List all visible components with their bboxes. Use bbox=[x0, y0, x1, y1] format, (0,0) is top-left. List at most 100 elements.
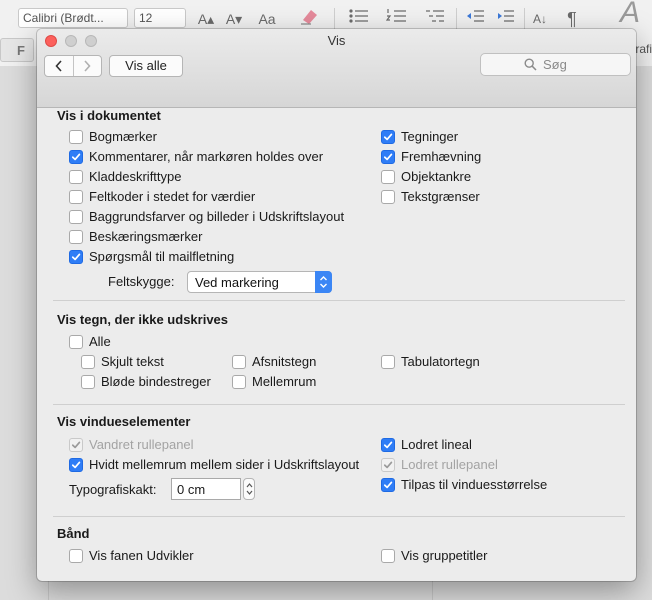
section-title-ribbon: Bånd bbox=[57, 526, 90, 541]
forward-button[interactable] bbox=[72, 56, 102, 76]
option-label: Afsnitstegn bbox=[252, 354, 317, 369]
show-all-button[interactable]: Vis alle bbox=[109, 55, 183, 77]
option-text-boundaries[interactable]: Tekstgrænser bbox=[381, 189, 480, 204]
window-titlebar: Vis Vis alle Søg bbox=[37, 29, 636, 108]
option-label: Skjult tekst bbox=[101, 354, 164, 369]
field-shading-popup[interactable]: Ved markering bbox=[187, 271, 332, 293]
decrease-indent-icon[interactable] bbox=[462, 8, 488, 30]
checkbox[interactable] bbox=[69, 334, 83, 349]
checkbox bbox=[381, 457, 395, 472]
option-vertical-ruler[interactable]: Lodret lineal bbox=[381, 437, 472, 452]
multilevel-list-icon[interactable] bbox=[420, 8, 450, 30]
option-label: Lodret lineal bbox=[401, 437, 472, 452]
styles-icon[interactable]: A bbox=[610, 0, 650, 28]
ribbon-separator bbox=[334, 8, 335, 30]
option-label: Baggrundsfarver og billeder i Udskriftsl… bbox=[89, 209, 345, 224]
option-show-developer-tab[interactable]: Vis fanen Udvikler bbox=[69, 548, 194, 563]
pilcrow-icon[interactable]: ¶ bbox=[560, 8, 584, 30]
checkbox[interactable] bbox=[381, 548, 395, 563]
checkbox[interactable] bbox=[69, 209, 83, 224]
option-label: Hvidt mellemrum mellem sider i Udskrifts… bbox=[89, 457, 360, 472]
style-area-input[interactable]: 0 cm bbox=[171, 478, 241, 500]
checkbox[interactable] bbox=[69, 229, 83, 244]
font-size-box[interactable]: 12 bbox=[134, 8, 186, 28]
option-show-group-titles[interactable]: Vis gruppetitler bbox=[381, 548, 487, 563]
checkbox[interactable] bbox=[381, 149, 395, 164]
checkbox[interactable] bbox=[69, 129, 83, 144]
checkbox[interactable] bbox=[381, 129, 395, 144]
section-title-window-elements: Vis vindueselementer bbox=[57, 414, 191, 429]
option-crop-marks[interactable]: Beskæringsmærker bbox=[69, 229, 202, 244]
option-label: Tilpas til vinduesstørrelse bbox=[401, 477, 548, 492]
search-placeholder: Søg bbox=[543, 57, 567, 72]
search-field[interactable]: Søg bbox=[480, 53, 631, 76]
checkbox[interactable] bbox=[232, 374, 246, 389]
option-label: Fremhævning bbox=[401, 149, 482, 164]
option-paragraph-marks[interactable]: Afsnitstegn bbox=[232, 354, 316, 369]
option-highlight[interactable]: Fremhævning bbox=[381, 149, 481, 164]
stepper-arrows-icon bbox=[246, 483, 252, 495]
checkbox[interactable] bbox=[381, 437, 395, 452]
checkbox[interactable] bbox=[81, 354, 95, 369]
option-spaces[interactable]: Mellemrum bbox=[232, 374, 316, 389]
option-field-codes[interactable]: Feltkoder i stedet for værdier bbox=[69, 189, 255, 204]
checkbox[interactable] bbox=[381, 189, 395, 204]
numbering-icon[interactable] bbox=[382, 8, 412, 30]
increase-indent-icon[interactable] bbox=[492, 8, 518, 30]
option-label: Kommentarer, når markøren holdes over bbox=[89, 149, 324, 164]
option-white-space-between-pages[interactable]: Hvidt mellemrum mellem sider i Udskrifts… bbox=[69, 457, 359, 472]
option-bookmarks[interactable]: Bogmærker bbox=[69, 129, 157, 144]
format-painter-label: F bbox=[17, 43, 25, 58]
option-label: Bløde bindestreger bbox=[101, 374, 211, 389]
option-label: Spørgsmål til mailfletning bbox=[89, 249, 235, 264]
option-object-anchors[interactable]: Objektankre bbox=[381, 169, 471, 184]
checkbox[interactable] bbox=[81, 374, 95, 389]
format-painter-button[interactable]: F bbox=[0, 38, 34, 62]
option-vertical-scrollbar: Lodret rullepanel bbox=[381, 457, 498, 472]
option-drawings[interactable]: Tegninger bbox=[381, 129, 458, 144]
shrink-font-icon[interactable]: A▾ bbox=[222, 8, 246, 30]
option-mail-merge-questions[interactable]: Spørgsmål til mailfletning bbox=[69, 249, 234, 264]
option-label: Vis gruppetitler bbox=[401, 548, 488, 563]
style-area-stepper[interactable] bbox=[243, 478, 255, 500]
checkbox[interactable] bbox=[69, 548, 83, 563]
sort-icon[interactable]: A↓ bbox=[528, 8, 552, 30]
option-optional-hyphens[interactable]: Bløde bindestreger bbox=[81, 374, 211, 389]
checkbox[interactable] bbox=[69, 249, 83, 264]
change-case-icon[interactable]: Aa bbox=[254, 8, 280, 30]
navigation-segment bbox=[44, 55, 102, 77]
checkbox[interactable] bbox=[69, 169, 83, 184]
section-title-document: Vis i dokumentet bbox=[57, 108, 161, 123]
option-label: Tekstgrænser bbox=[401, 189, 480, 204]
section-title-nonprinting: Vis tegn, der ikke udskrives bbox=[57, 312, 229, 327]
option-comments-hover[interactable]: Kommentarer, når markøren holdes over bbox=[69, 149, 323, 164]
option-draft-font[interactable]: Kladdeskrifttype bbox=[69, 169, 182, 184]
option-all-marks[interactable]: Alle bbox=[69, 334, 111, 349]
checkbox[interactable] bbox=[69, 149, 83, 164]
view-preferences-window: Vis Vis alle Søg Vis i dokumentet Bogmær… bbox=[37, 29, 636, 581]
option-zoom-to-fit[interactable]: Tilpas til vinduesstørrelse bbox=[381, 477, 547, 492]
checkbox[interactable] bbox=[69, 189, 83, 204]
option-label: Tegninger bbox=[401, 129, 459, 144]
section-divider bbox=[53, 300, 625, 301]
bullets-icon[interactable] bbox=[344, 8, 374, 30]
window-title: Vis bbox=[327, 33, 346, 48]
option-background-colors[interactable]: Baggrundsfarver og billeder i Udskriftsl… bbox=[69, 209, 344, 224]
option-horizontal-scrollbar: Vandret rullepanel bbox=[69, 437, 194, 452]
grow-font-icon[interactable]: A▴ bbox=[194, 8, 218, 30]
option-hidden-text[interactable]: Skjult tekst bbox=[81, 354, 164, 369]
clear-format-icon[interactable] bbox=[296, 8, 322, 30]
checkbox[interactable] bbox=[232, 354, 246, 369]
checkbox[interactable] bbox=[381, 477, 395, 492]
option-tab-characters[interactable]: Tabulatortegn bbox=[381, 354, 480, 369]
option-label: Beskæringsmærker bbox=[89, 229, 203, 244]
section-divider bbox=[53, 404, 625, 405]
back-button[interactable] bbox=[45, 56, 73, 76]
checkbox[interactable] bbox=[381, 169, 395, 184]
chevron-left-icon bbox=[55, 60, 62, 72]
font-name-box[interactable]: Calibri (Brødt... bbox=[18, 8, 128, 28]
checkbox[interactable] bbox=[381, 354, 395, 369]
section-divider bbox=[53, 516, 625, 517]
option-label: Lodret rullepanel bbox=[401, 457, 498, 472]
checkbox[interactable] bbox=[69, 457, 83, 472]
